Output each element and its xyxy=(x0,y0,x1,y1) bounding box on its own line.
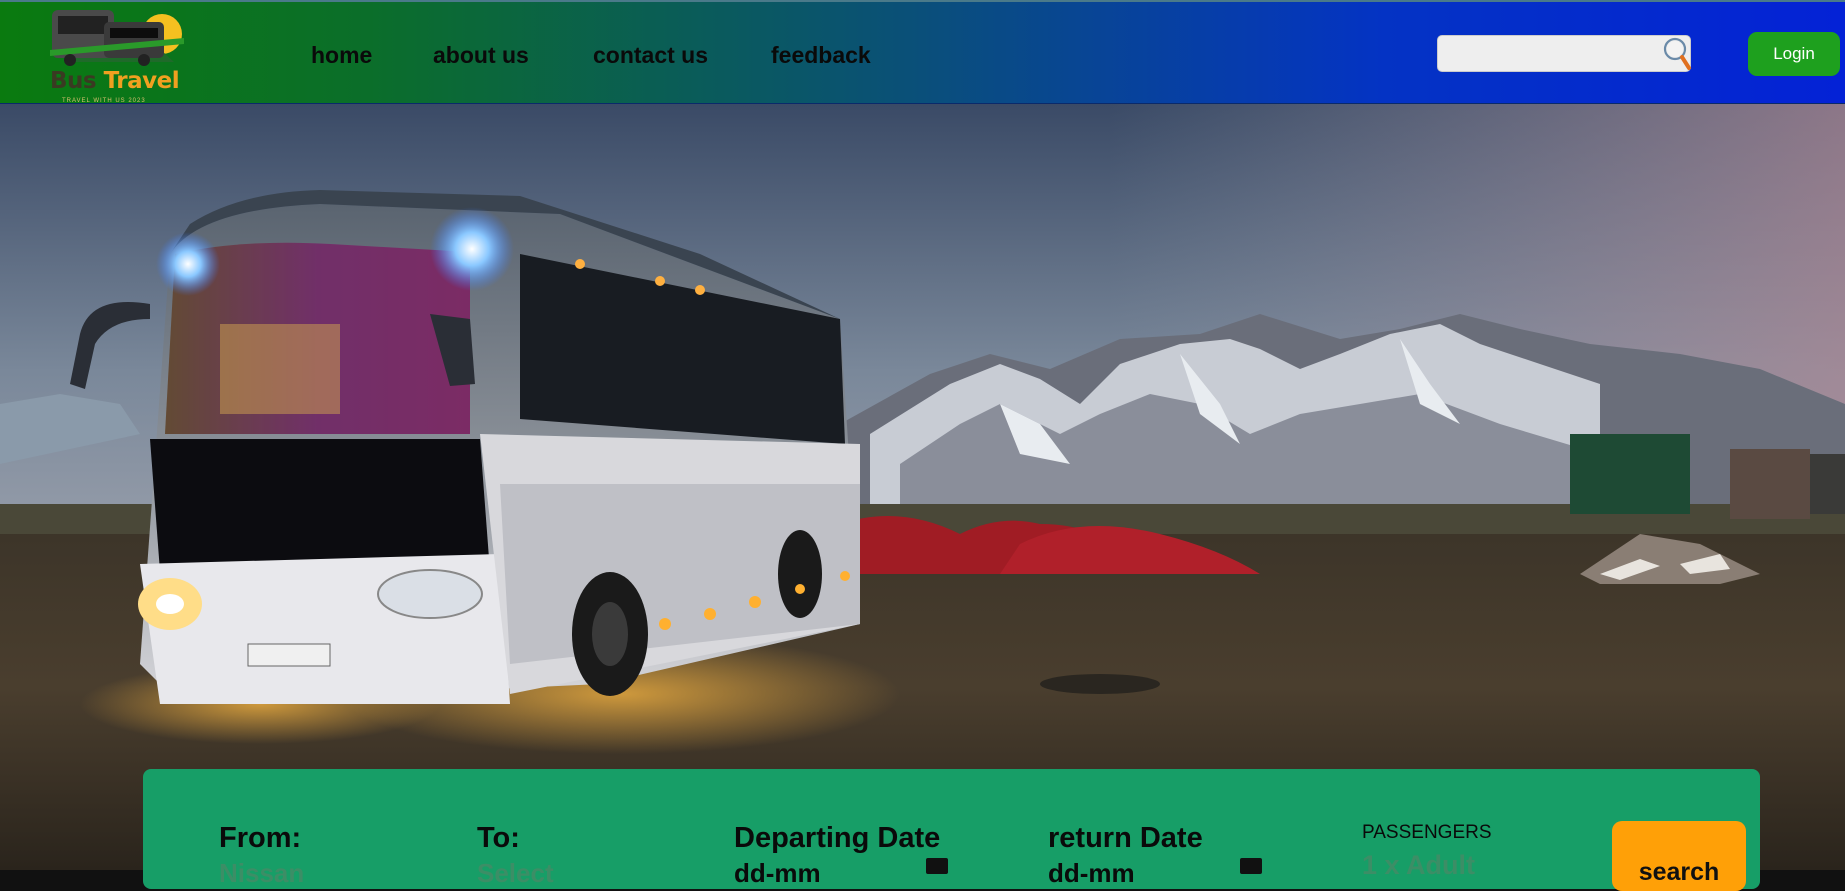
brand-name-bus: Bus xyxy=(50,68,97,94)
search-button[interactable]: search xyxy=(1612,821,1746,891)
brand-name: Bus Travel xyxy=(50,68,180,94)
nav-home[interactable]: home xyxy=(311,42,372,69)
brand-name-travel: Travel xyxy=(103,68,180,94)
to-label: To: xyxy=(477,822,520,854)
calendar-icon[interactable] xyxy=(926,858,948,874)
nav-about-us[interactable]: about us xyxy=(433,42,529,69)
hero-banner-image xyxy=(0,104,1845,870)
from-select[interactable]: Nissan xyxy=(219,858,304,889)
nav-contact-us[interactable]: contact us xyxy=(593,42,708,69)
passengers-select[interactable]: 1 x Adult xyxy=(1362,850,1475,881)
search-input[interactable] xyxy=(1437,35,1691,72)
return-date-input[interactable]: dd-mm xyxy=(1048,858,1135,889)
nav-feedback[interactable]: feedback xyxy=(771,42,871,69)
from-label: From: xyxy=(219,822,302,854)
bus-logo-icon xyxy=(50,10,184,66)
departing-date-label: Departing Date xyxy=(734,822,941,854)
to-select[interactable]: Select xyxy=(477,858,554,889)
brand-logo[interactable]: Bus Travel TRAVEL WITH US 2023 xyxy=(44,4,194,104)
booking-form-panel xyxy=(143,769,1760,889)
return-date-label: return Date xyxy=(1048,822,1203,854)
login-button[interactable]: Login xyxy=(1748,32,1840,76)
passengers-label: PASSENGERS xyxy=(1362,822,1492,843)
departing-date-input[interactable]: dd-mm xyxy=(734,858,821,889)
search-icon[interactable] xyxy=(1662,36,1692,72)
calendar-icon[interactable] xyxy=(1240,858,1262,874)
